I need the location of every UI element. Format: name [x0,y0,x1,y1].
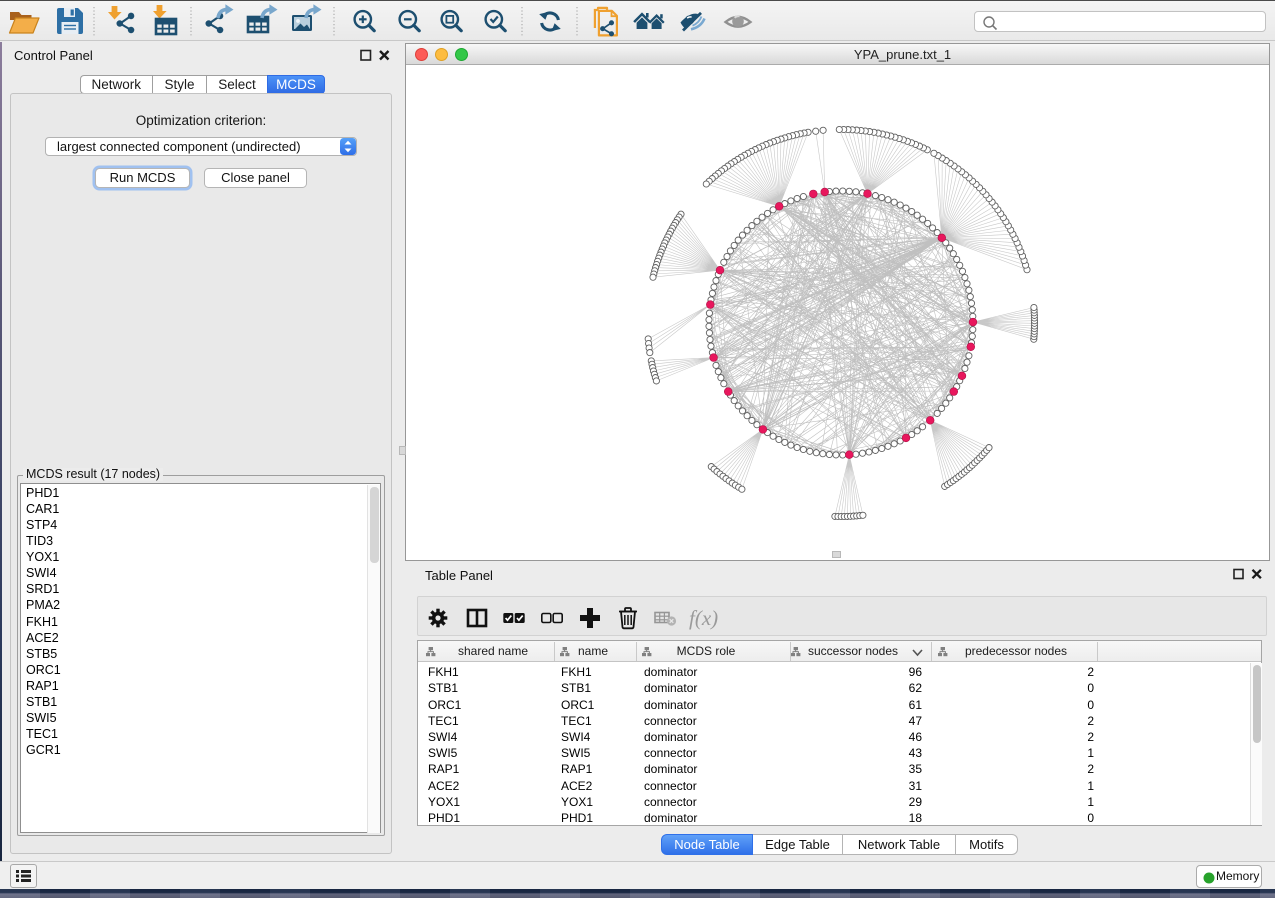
svg-text:f(x): f(x) [689,606,718,630]
